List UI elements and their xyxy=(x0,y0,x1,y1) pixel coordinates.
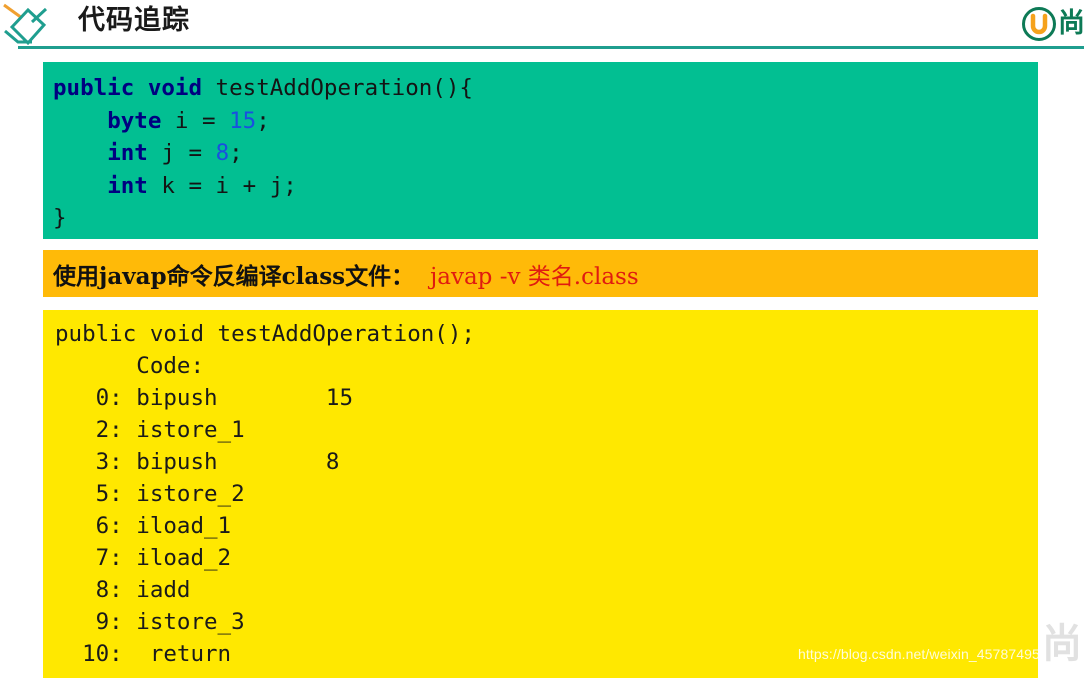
code-token: public xyxy=(53,75,135,101)
code-token: j = xyxy=(147,140,216,166)
javap-banner-label: 使用javap命令反编译class文件： xyxy=(53,262,415,290)
javap-command-text: javap -v 类名.class xyxy=(430,263,639,290)
javap-instruction-banner: 使用javap命令反编译class文件： javap -v 类名.class xyxy=(43,250,1038,297)
glyph-watermark: 尚 xyxy=(1042,621,1082,667)
code-token: 8 xyxy=(215,140,230,166)
brand-text: 尚 xyxy=(1058,8,1084,39)
page-title: 代码追踪 xyxy=(78,5,190,36)
brand-logo: 尚 xyxy=(1022,4,1084,44)
code-token: i = xyxy=(161,107,230,134)
code-token: k = i + j; xyxy=(147,172,297,199)
code-token: testAddOperation(){ xyxy=(202,75,473,101)
diamond-outline-icon xyxy=(3,3,48,46)
circled-u-icon xyxy=(1022,7,1056,41)
code-token: } xyxy=(53,205,67,231)
code-token: ; xyxy=(229,140,243,166)
header-divider xyxy=(18,46,1084,49)
slide-header: 代码追踪 尚 xyxy=(0,0,1084,50)
code-token: byte xyxy=(107,107,162,134)
code-token: int xyxy=(107,172,148,199)
code-token: int xyxy=(107,140,148,166)
code-token: void xyxy=(147,75,203,101)
code-token: 15 xyxy=(229,107,257,134)
bytecode-listing: public void testAddOperation(); Code: 0:… xyxy=(55,321,475,667)
code-token: ; xyxy=(256,107,270,134)
java-source-block: public void testAddOperation(){ byte i =… xyxy=(43,62,1038,239)
bytecode-output-block: public void testAddOperation(); Code: 0:… xyxy=(43,310,1038,678)
java-source-code: public void testAddOperation(){ byte i =… xyxy=(53,72,1038,235)
